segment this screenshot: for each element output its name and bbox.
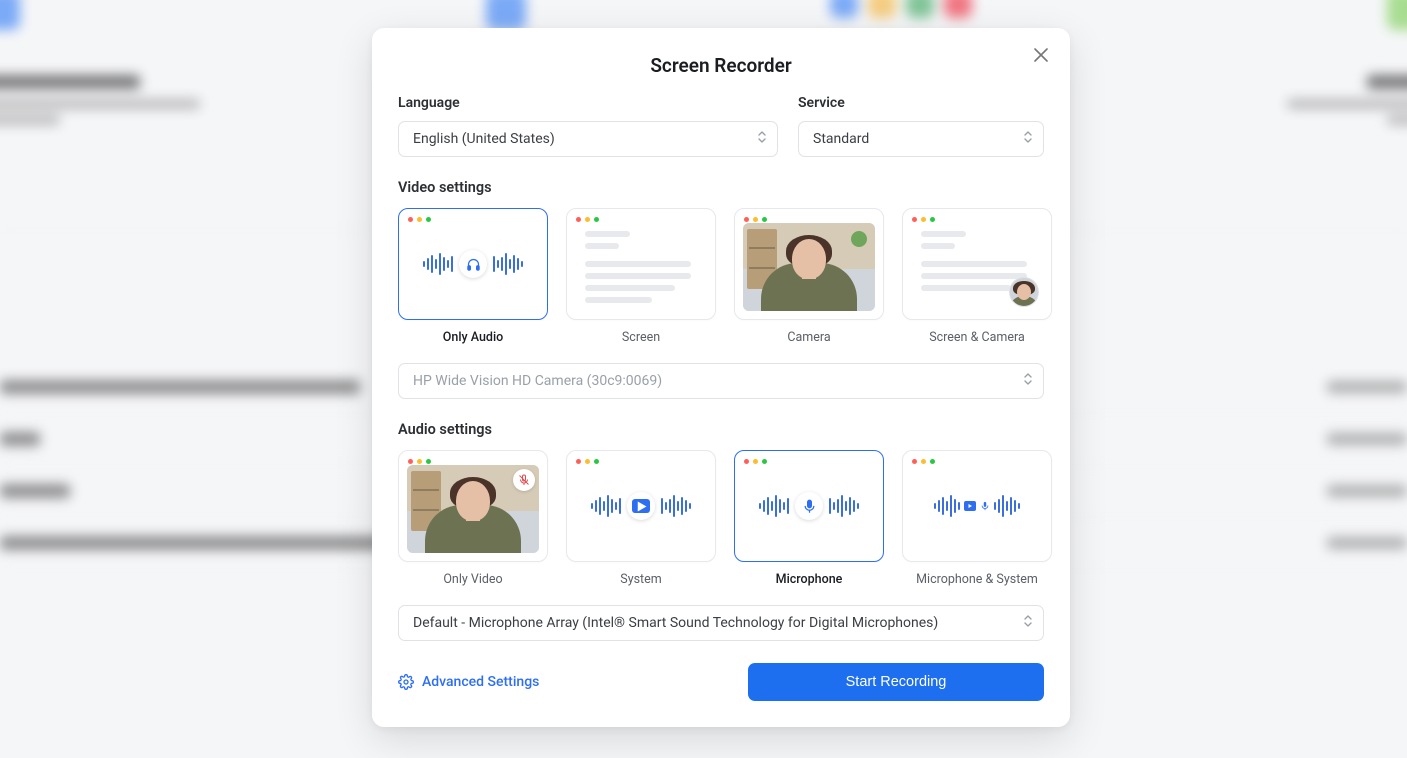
audio-wave-icon bbox=[423, 253, 453, 275]
video-option-screen-camera[interactable]: Screen & Camera bbox=[902, 208, 1052, 345]
window-dots-icon bbox=[744, 217, 767, 222]
audio-settings-label: Audio settings bbox=[398, 421, 1044, 438]
language-select[interactable]: English (United States) bbox=[398, 121, 778, 157]
option-label: Only Audio bbox=[398, 330, 548, 345]
microphone-icon bbox=[980, 501, 990, 511]
camera-preview-image bbox=[743, 223, 875, 311]
mic-off-icon bbox=[513, 469, 535, 491]
advanced-settings-label: Advanced Settings bbox=[422, 674, 539, 690]
audio-wave-icon bbox=[829, 495, 859, 517]
option-label: Screen bbox=[566, 330, 716, 345]
option-label: Microphone & System bbox=[902, 572, 1052, 587]
window-dots-icon bbox=[744, 459, 767, 464]
close-icon bbox=[1034, 48, 1048, 62]
microphone-select-value: Default - Microphone Array (Intel® Smart… bbox=[413, 615, 938, 631]
video-option-camera[interactable]: Camera bbox=[734, 208, 884, 345]
video-settings-options: Only Audio Screen bbox=[398, 208, 1044, 345]
window-dots-icon bbox=[408, 459, 431, 464]
camera-select[interactable]: HP Wide Vision HD Camera (30c9:0069) bbox=[398, 363, 1044, 399]
window-dots-icon bbox=[912, 459, 935, 464]
video-option-only-audio[interactable]: Only Audio bbox=[398, 208, 548, 345]
service-select[interactable]: Standard bbox=[798, 121, 1044, 157]
video-file-icon bbox=[964, 501, 976, 511]
option-label: Screen & Camera bbox=[902, 330, 1052, 345]
modal-title: Screen Recorder bbox=[398, 54, 1044, 77]
audio-option-microphone[interactable]: Microphone bbox=[734, 450, 884, 587]
service-label: Service bbox=[798, 95, 1044, 111]
audio-option-system[interactable]: System bbox=[566, 450, 716, 587]
audio-settings-options: Only Video bbox=[398, 450, 1044, 587]
microphone-select[interactable]: Default - Microphone Array (Intel® Smart… bbox=[398, 605, 1044, 641]
language-label: Language bbox=[398, 95, 778, 111]
video-file-icon bbox=[627, 492, 655, 520]
chevron-updown-icon bbox=[1023, 614, 1033, 632]
audio-wave-icon bbox=[493, 253, 523, 275]
language-value: English (United States) bbox=[413, 131, 555, 147]
video-option-screen[interactable]: Screen bbox=[566, 208, 716, 345]
audio-wave-icon bbox=[591, 495, 621, 517]
window-dots-icon bbox=[576, 217, 599, 222]
option-label: Microphone bbox=[734, 572, 884, 587]
window-dots-icon bbox=[408, 217, 431, 222]
option-label: Only Video bbox=[398, 572, 548, 587]
chevron-updown-icon bbox=[1023, 130, 1033, 148]
audio-wave-icon bbox=[934, 495, 960, 517]
video-settings-label: Video settings bbox=[398, 179, 1044, 196]
window-dots-icon bbox=[912, 217, 935, 222]
option-label: Camera bbox=[734, 330, 884, 345]
audio-wave-icon bbox=[661, 495, 691, 517]
chevron-updown-icon bbox=[757, 130, 767, 148]
advanced-settings-link[interactable]: Advanced Settings bbox=[398, 674, 539, 690]
gear-icon bbox=[398, 674, 414, 690]
camera-select-value: HP Wide Vision HD Camera (30c9:0069) bbox=[413, 373, 662, 389]
service-value: Standard bbox=[813, 131, 869, 147]
start-recording-button[interactable]: Start Recording bbox=[748, 663, 1044, 701]
option-label: System bbox=[566, 572, 716, 587]
audio-option-only-video[interactable]: Only Video bbox=[398, 450, 548, 587]
microphone-icon bbox=[795, 492, 823, 520]
audio-wave-icon bbox=[994, 495, 1020, 517]
document-lines-icon bbox=[585, 231, 697, 309]
screen-recorder-modal: Screen Recorder Language English (United… bbox=[372, 28, 1070, 727]
close-button[interactable] bbox=[1028, 42, 1054, 68]
chevron-updown-icon bbox=[1023, 372, 1033, 390]
camera-thumbnail-icon bbox=[1009, 277, 1039, 307]
window-dots-icon bbox=[576, 459, 599, 464]
start-recording-label: Start Recording bbox=[846, 674, 947, 690]
headphones-icon bbox=[459, 250, 487, 278]
audio-option-microphone-system[interactable]: Microphone & System bbox=[902, 450, 1052, 587]
audio-wave-icon bbox=[759, 495, 789, 517]
